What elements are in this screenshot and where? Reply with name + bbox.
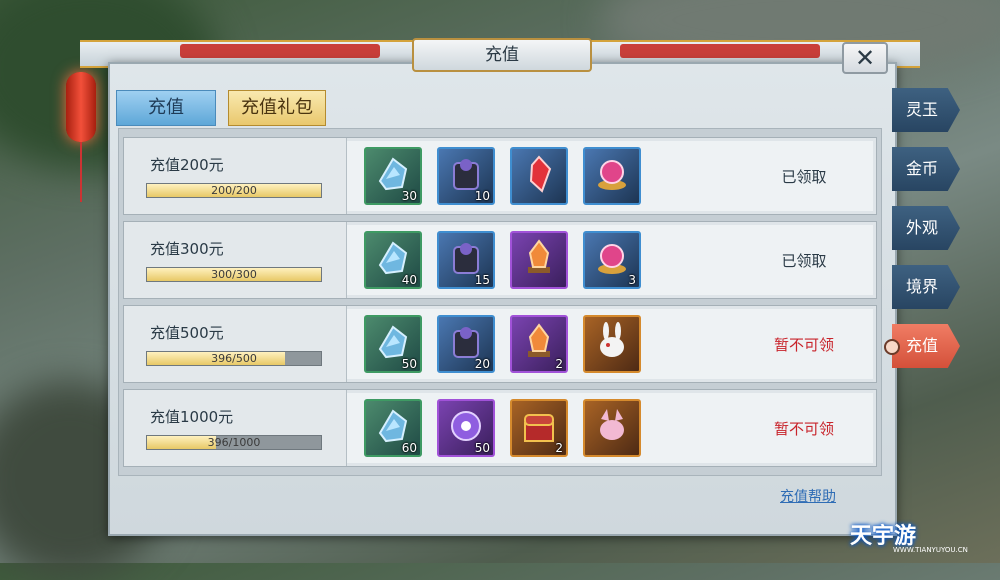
item-quantity: 40 <box>401 273 417 287</box>
pink-orb-icon <box>591 237 633 283</box>
reward-item-slot[interactable] <box>510 231 568 289</box>
progress-text: 200/200 <box>211 184 257 197</box>
side-tab-appearance[interactable]: 外观 <box>892 206 960 250</box>
reward-row-title: 充值300元 <box>150 240 224 258</box>
side-tab-gold[interactable]: 金币 <box>892 147 960 191</box>
treasure-chest-icon <box>518 405 560 451</box>
reward-row-title: 充值1000元 <box>150 408 234 426</box>
item-quantity: 15 <box>474 273 490 287</box>
reward-row: 充值1000元 396/1000 60 50 2 暂不可领 <box>123 389 877 467</box>
item-quantity: 2 <box>555 441 563 455</box>
reward-item-slot[interactable]: 2 <box>510 399 568 457</box>
reward-item-slot[interactable] <box>583 399 641 457</box>
reward-item-slot[interactable]: 30 <box>364 147 422 205</box>
fire-crystal-icon <box>518 321 560 367</box>
item-quantity: 50 <box>401 357 417 371</box>
tab-recharge-pack[interactable]: 充值礼包 <box>228 90 326 126</box>
reward-item-slot[interactable]: 15 <box>437 231 495 289</box>
item-quantity: 20 <box>474 357 490 371</box>
reward-item-slot[interactable] <box>583 315 641 373</box>
progress-text: 396/1000 <box>207 436 261 449</box>
reward-item-slot[interactable]: 2 <box>510 315 568 373</box>
reward-row-info: 充值200元 200/200 <box>124 138 347 214</box>
claim-status[interactable]: 暂不可领 <box>724 418 884 439</box>
lantern-decoration <box>66 72 96 202</box>
side-tab-pointer-icon <box>884 339 900 355</box>
item-quantity: 60 <box>401 441 417 455</box>
item-quantity: 10 <box>474 189 490 203</box>
reward-list: 充值200元 200/200 30 10 已领取 充值300元 300/300 40 15 3 已领… <box>118 128 882 476</box>
recharge-help-link[interactable]: 充值帮助 <box>780 486 836 506</box>
item-quantity: 3 <box>628 273 636 287</box>
reward-item-slot[interactable] <box>510 147 568 205</box>
side-tab-realm[interactable]: 境界 <box>892 265 960 309</box>
close-icon: ✕ <box>854 44 876 72</box>
item-quantity: 2 <box>555 357 563 371</box>
progress-text: 396/500 <box>211 352 257 365</box>
reward-item-slot[interactable]: 20 <box>437 315 495 373</box>
item-quantity: 50 <box>474 441 490 455</box>
claim-status[interactable]: 已领取 <box>724 166 884 187</box>
reward-item-slot[interactable]: 10 <box>437 147 495 205</box>
reward-item-slot[interactable]: 50 <box>364 315 422 373</box>
progress-text: 300/300 <box>211 268 257 281</box>
reward-item-slot[interactable]: 40 <box>364 231 422 289</box>
claim-status[interactable]: 已领取 <box>724 250 884 271</box>
progress-bar: 300/300 <box>146 267 322 282</box>
progress-bar: 396/1000 <box>146 435 322 450</box>
reward-row-title: 充值500元 <box>150 324 224 342</box>
reward-row-title: 充值200元 <box>150 156 224 174</box>
dialog-title: 充值 <box>412 38 592 72</box>
reward-row: 充值500元 396/500 50 20 2 暂不可领 <box>123 305 877 383</box>
tab-recharge[interactable]: 充值 <box>116 90 216 126</box>
side-tab-lingyu[interactable]: 灵玉 <box>892 88 960 132</box>
reward-row: 充值300元 300/300 40 15 3 已领取 <box>123 221 877 299</box>
side-tab-recharge[interactable]: 充值 <box>892 324 960 368</box>
fire-crystal-icon <box>518 237 560 283</box>
reward-item-slot[interactable]: 50 <box>437 399 495 457</box>
close-button[interactable]: ✕ <box>842 42 888 74</box>
reward-item-slot[interactable] <box>583 147 641 205</box>
reward-item-slot[interactable]: 3 <box>583 231 641 289</box>
ribbon-left <box>180 44 380 58</box>
pink-pet-icon <box>591 405 633 451</box>
pink-orb-icon <box>591 153 633 199</box>
reward-row-info: 充值1000元 396/1000 <box>124 390 347 466</box>
item-quantity: 30 <box>401 189 417 203</box>
watermark-url: WWW.TIANYUYOU.CN <box>893 546 968 554</box>
red-crystal-icon <box>518 153 560 199</box>
progress-bar: 396/500 <box>146 351 322 366</box>
white-rabbit-icon <box>591 321 633 367</box>
progress-bar: 200/200 <box>146 183 322 198</box>
reward-row-info: 充值500元 396/500 <box>124 306 347 382</box>
ribbon-right <box>620 44 820 58</box>
claim-status[interactable]: 暂不可领 <box>724 334 884 355</box>
reward-row: 充值200元 200/200 30 10 已领取 <box>123 137 877 215</box>
reward-item-slot[interactable]: 60 <box>364 399 422 457</box>
reward-row-info: 充值300元 300/300 <box>124 222 347 298</box>
